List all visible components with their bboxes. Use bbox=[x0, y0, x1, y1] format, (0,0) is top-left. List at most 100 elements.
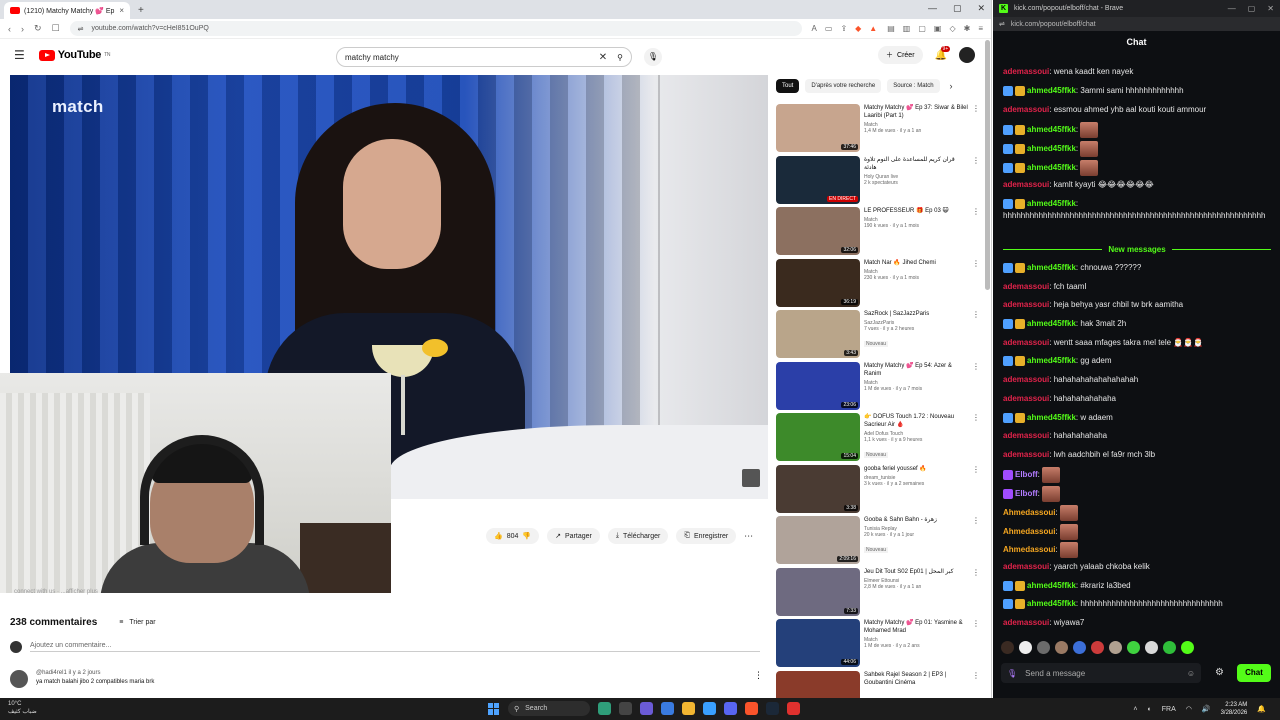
chat-username[interactable]: Elboff bbox=[1015, 489, 1038, 498]
teams-icon[interactable] bbox=[640, 702, 653, 715]
commenter-avatar[interactable] bbox=[10, 670, 28, 688]
download-button[interactable]: ⤓ Télécharger bbox=[607, 528, 669, 544]
chat-username[interactable]: ahmed45ffkk bbox=[1027, 199, 1076, 208]
recommendation-title[interactable]: Jeu Dit Tout S02 Ep01 | كبر المحل bbox=[864, 568, 968, 576]
recommendation-item[interactable]: 2:09:16 Gooba & Sahn Bahn - زهرة Tunisia R… bbox=[776, 516, 980, 564]
site-info-icon[interactable]: ⇌ bbox=[78, 25, 84, 33]
recommendation-item[interactable]: Sahbek Rajel Season 2 | EP3 | Goubantini… bbox=[776, 670, 980, 699]
recommendation-menu-icon[interactable]: ⋮ bbox=[972, 362, 980, 410]
chat-username[interactable]: ademassoui bbox=[1003, 180, 1049, 189]
recommendation-title[interactable]: Match Nar 🔥 Jihed Chemi bbox=[864, 259, 968, 267]
forward-icon[interactable]: › bbox=[21, 24, 24, 34]
minimize-button[interactable]: — bbox=[928, 3, 937, 14]
recommendation-menu-icon[interactable]: ⋮ bbox=[972, 413, 980, 461]
recommendation-item[interactable]: EN DIRECT قرآن كريم للمساعدة على النوم تل… bbox=[776, 155, 980, 204]
recommendation-thumbnail[interactable]: 37:46 bbox=[776, 104, 860, 152]
emote-icon[interactable] bbox=[1181, 641, 1194, 654]
recommendation-item[interactable]: 44:06 Matchy Matchy 💕 Ep 01: Yasmine & Mo… bbox=[776, 619, 980, 667]
comment-menu-icon[interactable]: ⋮ bbox=[754, 670, 763, 681]
recommendation-title[interactable]: Matchy Matchy 💕 Ep 54: Azer & Ranim bbox=[864, 362, 968, 378]
page-scrollbar[interactable] bbox=[985, 40, 990, 290]
emote-icon[interactable] bbox=[1145, 641, 1158, 654]
chat-username[interactable]: ademassoui bbox=[1003, 105, 1049, 114]
recommendation-thumbnail[interactable]: 3:38 bbox=[776, 464, 860, 513]
recommendation-title[interactable]: Matchy Matchy 💕 Ep 01: Yasmine & Mohamed… bbox=[864, 619, 968, 635]
tray-app-icon[interactable]: ◐ bbox=[1148, 706, 1152, 713]
chat-username[interactable]: Ahmedassoui bbox=[1003, 545, 1055, 554]
close-window-button[interactable]: ✕ bbox=[977, 3, 985, 14]
recommendation-item[interactable]: 36:19 Match Nar 🔥 Jihed Chemi Match 230 k v… bbox=[776, 258, 980, 307]
chat-username[interactable]: ademassoui bbox=[1003, 618, 1049, 627]
tab-youtube[interactable]: (1210) Matchy Matchy 💕 Ep × bbox=[4, 2, 130, 19]
chat-username[interactable]: ahmed45ffkk bbox=[1027, 413, 1076, 422]
recommendation-item[interactable]: 32:06 LE PROFESSEUR 🎁 Ep 03 😺 Match 190 k v… bbox=[776, 207, 980, 255]
tab-close-icon[interactable]: × bbox=[119, 6, 124, 15]
create-button[interactable]: ＋ Créer bbox=[878, 46, 923, 64]
more-actions-icon[interactable]: ⋯ bbox=[744, 531, 753, 542]
dislike-icon[interactable]: 👎 bbox=[522, 532, 531, 540]
chip-1[interactable]: D'après votre recherche bbox=[805, 79, 882, 93]
recommendation-item[interactable]: 7:33 Jeu Dit Tout S02 Ep01 | كبر المحل Elm… bbox=[776, 567, 980, 616]
emote-icon[interactable] bbox=[1163, 641, 1176, 654]
youtube-logo[interactable]: YouTube TN bbox=[38, 49, 110, 61]
chat-username[interactable]: ademassoui bbox=[1003, 282, 1049, 291]
chat-username[interactable]: ahmed45ffkk bbox=[1027, 125, 1076, 134]
chat-username[interactable]: ademassoui bbox=[1003, 300, 1049, 309]
volume-icon[interactable]: 🔊 bbox=[1202, 705, 1211, 713]
recommendation-menu-icon[interactable]: ⋮ bbox=[972, 619, 980, 667]
recommendation-item[interactable]: 3:38 gooba feriel youssef 🔥 dream_tunisie 3… bbox=[776, 464, 980, 513]
emote-icon[interactable] bbox=[1055, 641, 1068, 654]
translate-icon[interactable]: A bbox=[812, 24, 817, 33]
language-indicator[interactable]: FRA bbox=[1162, 706, 1176, 713]
emote-icon[interactable] bbox=[1037, 641, 1050, 654]
chat-username[interactable]: ademassoui bbox=[1003, 338, 1049, 347]
comment-author[interactable]: @hadi4rel1 bbox=[36, 670, 67, 676]
chips-next-icon[interactable]: › bbox=[950, 81, 953, 91]
taskbar-search[interactable]: ⚲ Search bbox=[508, 701, 590, 716]
recommendation-menu-icon[interactable]: ⋮ bbox=[972, 207, 980, 255]
emote-icon[interactable] bbox=[1109, 641, 1122, 654]
extensions-icon[interactable]: ✱ bbox=[964, 24, 971, 33]
channel-watermark-icon[interactable] bbox=[742, 469, 760, 487]
recommendation-menu-icon[interactable]: ⋮ bbox=[972, 310, 980, 358]
like-button[interactable]: 👍 804 👎 bbox=[486, 528, 540, 544]
recommendation-menu-icon[interactable]: ⋮ bbox=[972, 156, 980, 204]
brave-rewards-icon[interactable]: ▲ bbox=[869, 24, 877, 33]
recommendation-item[interactable]: 23:06 Matchy Matchy 💕 Ep 54: Azer & Ranim… bbox=[776, 361, 980, 410]
screenshot-icon[interactable]: ▣ bbox=[934, 24, 942, 33]
share-button[interactable]: ↗ Partager bbox=[547, 528, 600, 544]
recommendation-item[interactable]: 15:04 👉 DOFUS Touch 1.72 : Nouveau Sacrie… bbox=[776, 413, 980, 461]
chat-username[interactable]: ahmed45ffkk bbox=[1027, 263, 1076, 272]
emote-icon[interactable] bbox=[1073, 641, 1086, 654]
chat-address-bar[interactable]: ⇌ kick.com/popout/elboff/chat bbox=[993, 17, 1280, 31]
recommendation-title[interactable]: SazRock | SazJazzParis bbox=[864, 310, 968, 318]
app-icon[interactable] bbox=[661, 702, 674, 715]
recommendation-menu-icon[interactable]: ⋮ bbox=[972, 568, 980, 616]
chat-username[interactable]: ademassoui bbox=[1003, 450, 1049, 459]
chat-username[interactable]: Elboff bbox=[1015, 470, 1038, 479]
obs-icon[interactable] bbox=[787, 702, 800, 715]
emote-icon[interactable] bbox=[1127, 641, 1140, 654]
windows-start-icon[interactable] bbox=[488, 702, 500, 715]
chip-2[interactable]: Source : Match bbox=[887, 79, 940, 93]
tray-chevron-icon[interactable]: ˄ bbox=[1133, 706, 1137, 713]
chat-maximize-button[interactable]: ▢ bbox=[1248, 4, 1256, 13]
chat-username[interactable]: ademassoui bbox=[1003, 394, 1049, 403]
share-page-icon[interactable]: ⇪ bbox=[840, 24, 847, 33]
recommendation-menu-icon[interactable]: ⋮ bbox=[972, 671, 980, 699]
chip-0[interactable]: Tout bbox=[776, 79, 800, 93]
recommendation-thumbnail[interactable]: 44:06 bbox=[776, 619, 860, 667]
chat-close-button[interactable]: ✕ bbox=[1267, 4, 1274, 13]
chat-username[interactable]: ahmed45ffkk bbox=[1027, 163, 1076, 172]
brave-shield-icon[interactable]: ◆ bbox=[855, 24, 861, 33]
sort-comments-button[interactable]: ≡ Trier par bbox=[119, 619, 155, 626]
chat-username[interactable]: ademassoui bbox=[1003, 67, 1049, 76]
recommendation-item[interactable]: 3:43 SazRock | SazJazzParis SazJazzParis 7 … bbox=[776, 310, 980, 358]
account-avatar[interactable] bbox=[959, 47, 975, 63]
search-icon[interactable]: ⚲ bbox=[617, 53, 623, 62]
emote-icon[interactable] bbox=[1001, 641, 1014, 654]
add-comment-input[interactable]: Ajoutez un commentaire... bbox=[30, 642, 760, 652]
maximize-button[interactable]: ▢ bbox=[953, 3, 962, 14]
file-explorer-icon[interactable] bbox=[682, 702, 695, 715]
vpn-icon[interactable]: ◇ bbox=[949, 24, 955, 33]
